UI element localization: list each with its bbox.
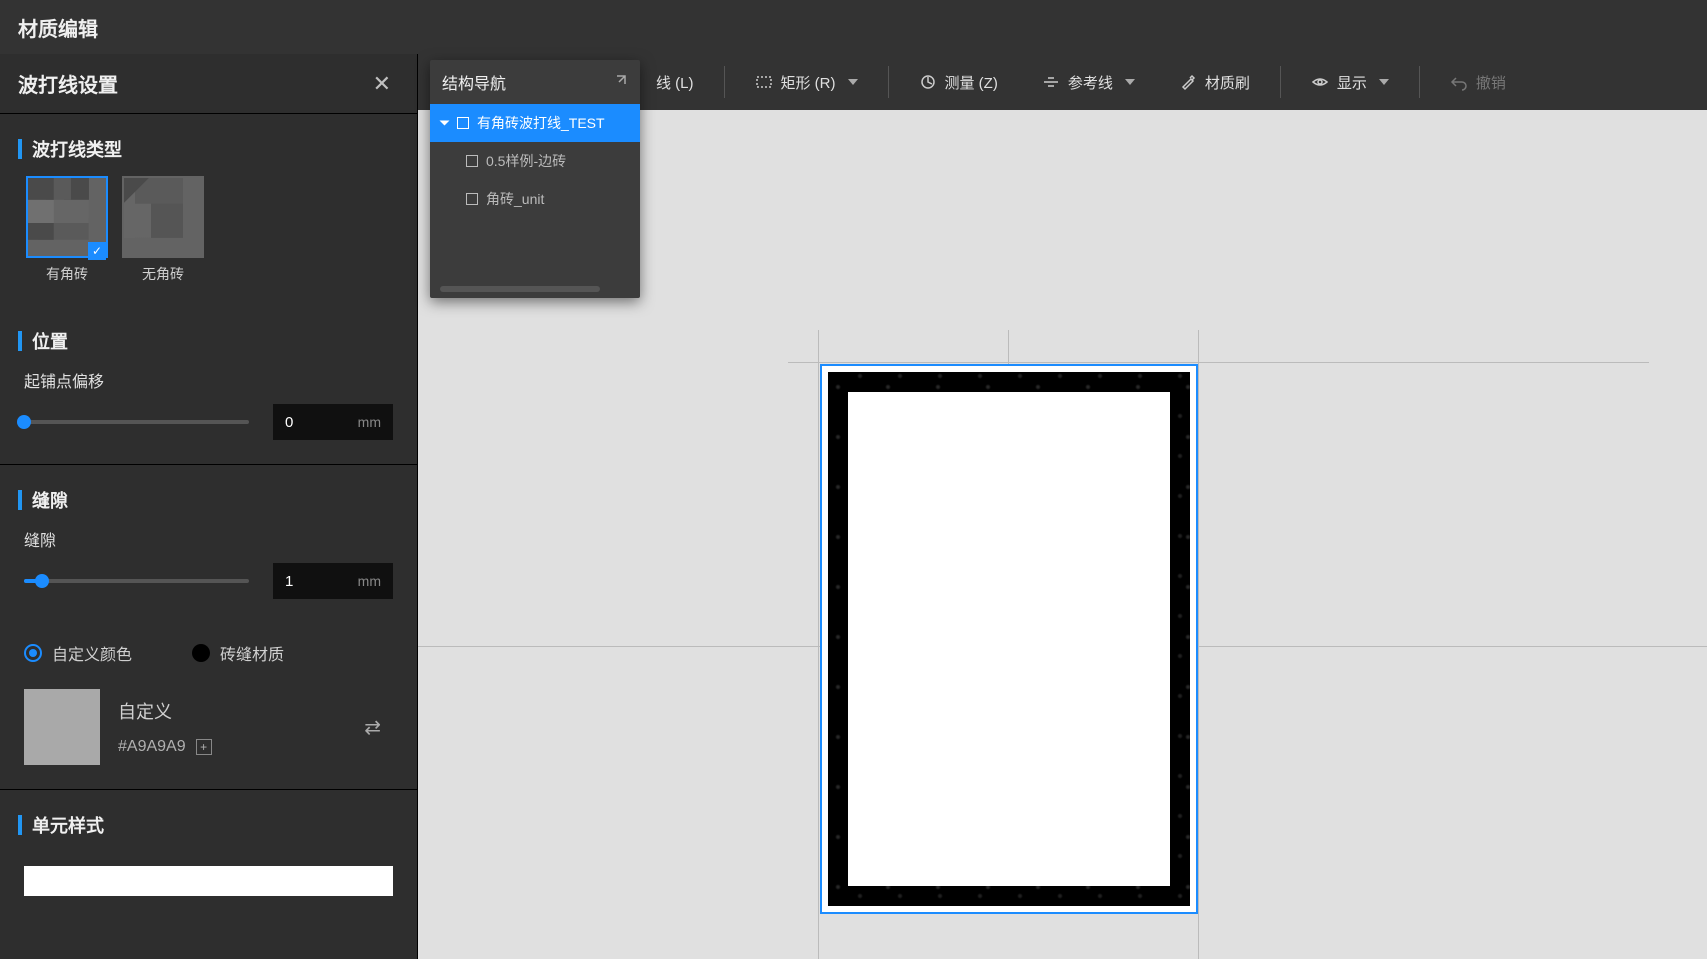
radio-dot-icon bbox=[24, 644, 42, 662]
gap-block: 缝隙 1 mm bbox=[0, 527, 417, 623]
section-title-type: 波打线类型 bbox=[0, 114, 417, 176]
structure-nav-tree: 有角砖波打线_TEST 0.5样例-边砖 角砖_unit bbox=[430, 104, 640, 218]
add-color-icon[interactable]: + bbox=[196, 739, 212, 755]
tool-undo-label: 撤销 bbox=[1476, 72, 1506, 93]
gap-slider[interactable] bbox=[24, 579, 249, 583]
gap-unit: mm bbox=[358, 573, 381, 589]
tile-thumb-no-corner bbox=[122, 176, 204, 258]
node-icon bbox=[466, 193, 478, 205]
unit-style-preview[interactable] bbox=[24, 866, 393, 896]
offset-slider[interactable] bbox=[24, 420, 249, 424]
gap-value: 1 bbox=[285, 573, 350, 590]
app-header: 材质编辑 bbox=[0, 0, 1707, 54]
radio-dot-icon bbox=[192, 644, 210, 662]
tool-measure-label: 测量 (Z) bbox=[945, 72, 998, 93]
tool-undo[interactable]: 撤销 bbox=[1432, 61, 1524, 103]
structure-nav-panel: 结构导航 有角砖波打线_TEST 0.5样例-边砖 角砖_unit bbox=[430, 60, 640, 298]
gap-fill-radio-group: 自定义颜色 砖缝材质 bbox=[0, 623, 417, 677]
section-title-gap: 缝隙 bbox=[0, 465, 417, 527]
radio-custom-color[interactable]: 自定义颜色 bbox=[24, 641, 132, 665]
toolbar-divider bbox=[888, 66, 889, 98]
tile-preview[interactable] bbox=[820, 364, 1198, 914]
tile-type-no-corner[interactable]: 无角砖 bbox=[122, 176, 204, 284]
offset-input[interactable]: 0 mm bbox=[273, 404, 393, 440]
tool-line[interactable]: 线 (L) bbox=[638, 61, 712, 103]
chevron-down-icon bbox=[1125, 79, 1135, 85]
structure-nav-header: 结构导航 bbox=[430, 60, 640, 104]
tool-guide-label: 参考线 bbox=[1068, 72, 1113, 93]
gap-label: 缝隙 bbox=[24, 527, 393, 551]
tool-brush-label: 材质刷 bbox=[1205, 72, 1250, 93]
color-swatch-row: 自定义 #A9A9A9 + ⇄ bbox=[0, 677, 417, 790]
color-swatch[interactable] bbox=[24, 689, 100, 765]
tile-label-with-corner: 有角砖 bbox=[46, 264, 88, 284]
expand-icon bbox=[440, 121, 450, 126]
tool-guide[interactable]: 参考线 bbox=[1024, 61, 1153, 103]
section-title-position: 位置 bbox=[0, 306, 417, 368]
eye-icon bbox=[1311, 73, 1329, 91]
structure-nav-title: 结构导航 bbox=[442, 70, 506, 94]
tile-type-options: ✓ 有角砖 无角砖 bbox=[0, 176, 417, 306]
structure-nav-item-0[interactable]: 有角砖波打线_TEST bbox=[430, 104, 640, 142]
guide-icon bbox=[1042, 73, 1060, 91]
swatch-hex: #A9A9A9 + bbox=[118, 738, 212, 756]
tool-display[interactable]: 显示 bbox=[1293, 61, 1407, 103]
brush-icon bbox=[1179, 73, 1197, 91]
guide-v-left bbox=[818, 330, 819, 959]
tool-display-label: 显示 bbox=[1337, 72, 1367, 93]
guide-v-mid bbox=[1008, 330, 1009, 364]
section-title-unit: 单元样式 bbox=[0, 790, 417, 852]
popout-icon[interactable] bbox=[614, 73, 628, 92]
radio-custom-color-label: 自定义颜色 bbox=[52, 641, 132, 665]
tool-brush[interactable]: 材质刷 bbox=[1161, 61, 1268, 103]
tool-rect-label: 矩形 (R) bbox=[781, 72, 836, 93]
tile-inner bbox=[848, 392, 1170, 886]
measure-icon bbox=[919, 73, 937, 91]
swap-icon[interactable]: ⇄ bbox=[352, 715, 393, 740]
gap-input[interactable]: 1 mm bbox=[273, 563, 393, 599]
position-block: 起铺点偏移 0 mm bbox=[0, 368, 417, 465]
radio-grout-material-label: 砖缝材质 bbox=[220, 641, 284, 665]
tile-label-no-corner: 无角砖 bbox=[142, 264, 184, 284]
check-icon: ✓ bbox=[88, 242, 106, 260]
toolbar-divider bbox=[1419, 66, 1420, 98]
tile-type-with-corner[interactable]: ✓ 有角砖 bbox=[26, 176, 108, 284]
chevron-down-icon bbox=[848, 79, 858, 85]
toolbar-divider bbox=[724, 66, 725, 98]
guide-v-right bbox=[1198, 330, 1199, 959]
offset-value: 0 bbox=[285, 414, 350, 431]
panel-header: 波打线设置 ✕ bbox=[0, 54, 417, 114]
tool-line-label: 线 (L) bbox=[656, 72, 694, 93]
canvas-area[interactable]: 线 (L) 矩形 (R) 测量 (Z) 参考线 bbox=[418, 54, 1707, 959]
structure-nav-item-1[interactable]: 0.5样例-边砖 bbox=[430, 142, 640, 180]
structure-nav-label: 0.5样例-边砖 bbox=[486, 151, 566, 171]
panel-title: 波打线设置 bbox=[18, 69, 118, 98]
structure-nav-label: 角砖_unit bbox=[486, 189, 544, 209]
chevron-down-icon bbox=[1379, 79, 1389, 85]
tool-measure[interactable]: 测量 (Z) bbox=[901, 61, 1016, 103]
guide-h-top bbox=[788, 362, 1649, 363]
offset-unit: mm bbox=[358, 414, 381, 430]
app-title: 材质编辑 bbox=[18, 13, 98, 42]
swatch-title: 自定义 bbox=[118, 698, 212, 724]
tool-rect[interactable]: 矩形 (R) bbox=[737, 61, 876, 103]
node-icon bbox=[466, 155, 478, 167]
structure-nav-item-2[interactable]: 角砖_unit bbox=[430, 180, 640, 218]
structure-nav-label: 有角砖波打线_TEST bbox=[477, 113, 605, 133]
rect-icon bbox=[755, 73, 773, 91]
toolbar-divider bbox=[1280, 66, 1281, 98]
node-icon bbox=[457, 117, 469, 129]
swatch-hex-value: #A9A9A9 bbox=[118, 738, 186, 756]
settings-sidebar: 波打线设置 ✕ 波打线类型 ✓ 有角砖 无角砖 位置 起铺点偏移 bbox=[0, 54, 418, 959]
undo-icon bbox=[1450, 73, 1468, 91]
structure-nav-scrollbar[interactable] bbox=[440, 286, 600, 292]
radio-grout-material[interactable]: 砖缝材质 bbox=[192, 641, 284, 665]
close-icon[interactable]: ✕ bbox=[365, 67, 399, 101]
offset-label: 起铺点偏移 bbox=[24, 368, 393, 392]
